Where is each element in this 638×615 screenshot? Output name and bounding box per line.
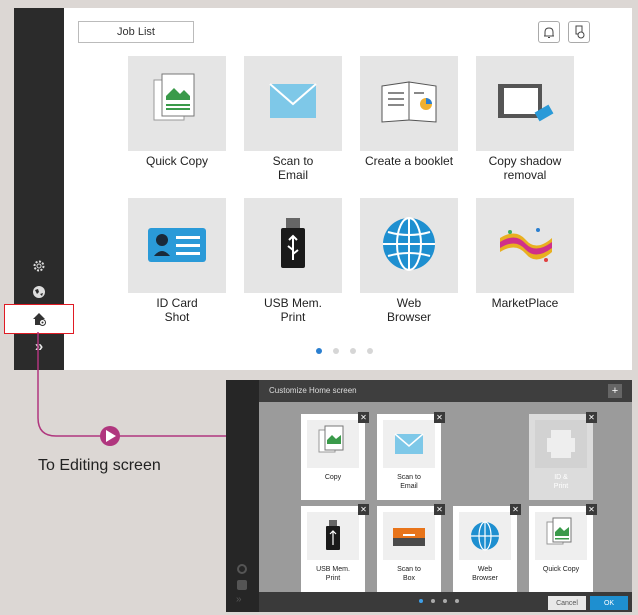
callout-label: To Editing screen: [38, 457, 161, 474]
settings-icon[interactable]: [237, 564, 247, 574]
quick-copy-icon: [535, 512, 587, 560]
tile-label: Copy: [324, 474, 342, 481]
tile-label: Scan to Box: [397, 566, 421, 582]
edit-tile-usb-print[interactable]: USB Mem. Print: [301, 506, 365, 592]
remove-icon[interactable]: ✕: [510, 504, 521, 515]
remove-icon[interactable]: ✕: [586, 412, 597, 423]
remove-icon[interactable]: ✕: [358, 504, 369, 515]
edit-tile-id-print[interactable]: ID & Print: [529, 414, 593, 500]
edit-tile-scan-email[interactable]: Scan to Email: [377, 414, 441, 500]
edit-footer: Cancel OK: [259, 592, 632, 612]
edit-header: Customize Home screen +: [259, 380, 632, 402]
page-indicator[interactable]: [419, 599, 459, 603]
remove-icon[interactable]: ✕: [358, 412, 369, 423]
tile-label: Web Browser: [472, 566, 498, 582]
ok-button[interactable]: OK: [590, 596, 628, 610]
page-dot[interactable]: [455, 599, 459, 603]
edit-title: Customize Home screen: [269, 386, 357, 395]
home-edit-icon[interactable]: [237, 580, 247, 590]
remove-icon[interactable]: ✕: [586, 504, 597, 515]
tile-label: Scan to Email: [397, 474, 421, 490]
page-dot[interactable]: [443, 599, 447, 603]
box-icon: [383, 512, 435, 560]
add-icon[interactable]: +: [608, 384, 622, 398]
page-dot[interactable]: [431, 599, 435, 603]
cancel-button[interactable]: Cancel: [548, 596, 586, 610]
page-dot[interactable]: [419, 599, 423, 603]
tile-label: ID & Print: [553, 474, 569, 490]
edit-tile-copy[interactable]: Copy: [301, 414, 365, 500]
remove-icon[interactable]: ✕: [434, 412, 445, 423]
expand-icon[interactable]: »: [236, 594, 242, 605]
edit-tile-scan-box[interactable]: Scan to Box: [377, 506, 441, 592]
tile-label: USB Mem. Print: [316, 566, 350, 582]
editing-screen: » Customize Home screen + Copy ✕ Scan to…: [226, 380, 632, 612]
tile-label: Quick Copy: [542, 566, 580, 573]
email-icon: [383, 420, 435, 468]
printer-icon: [535, 420, 587, 468]
edit-tile-quick-copy[interactable]: Quick Copy: [529, 506, 593, 592]
remove-icon[interactable]: ✕: [434, 504, 445, 515]
globe-browser-icon: [459, 512, 511, 560]
edit-side-panel: »: [226, 380, 259, 612]
copy-icon: [307, 420, 359, 468]
edit-grid: Copy ✕ Scan to Email ✕ ID & Print ✕ USB …: [259, 402, 632, 592]
usb-icon: [307, 512, 359, 560]
edit-tile-web-browser[interactable]: Web Browser: [453, 506, 517, 592]
